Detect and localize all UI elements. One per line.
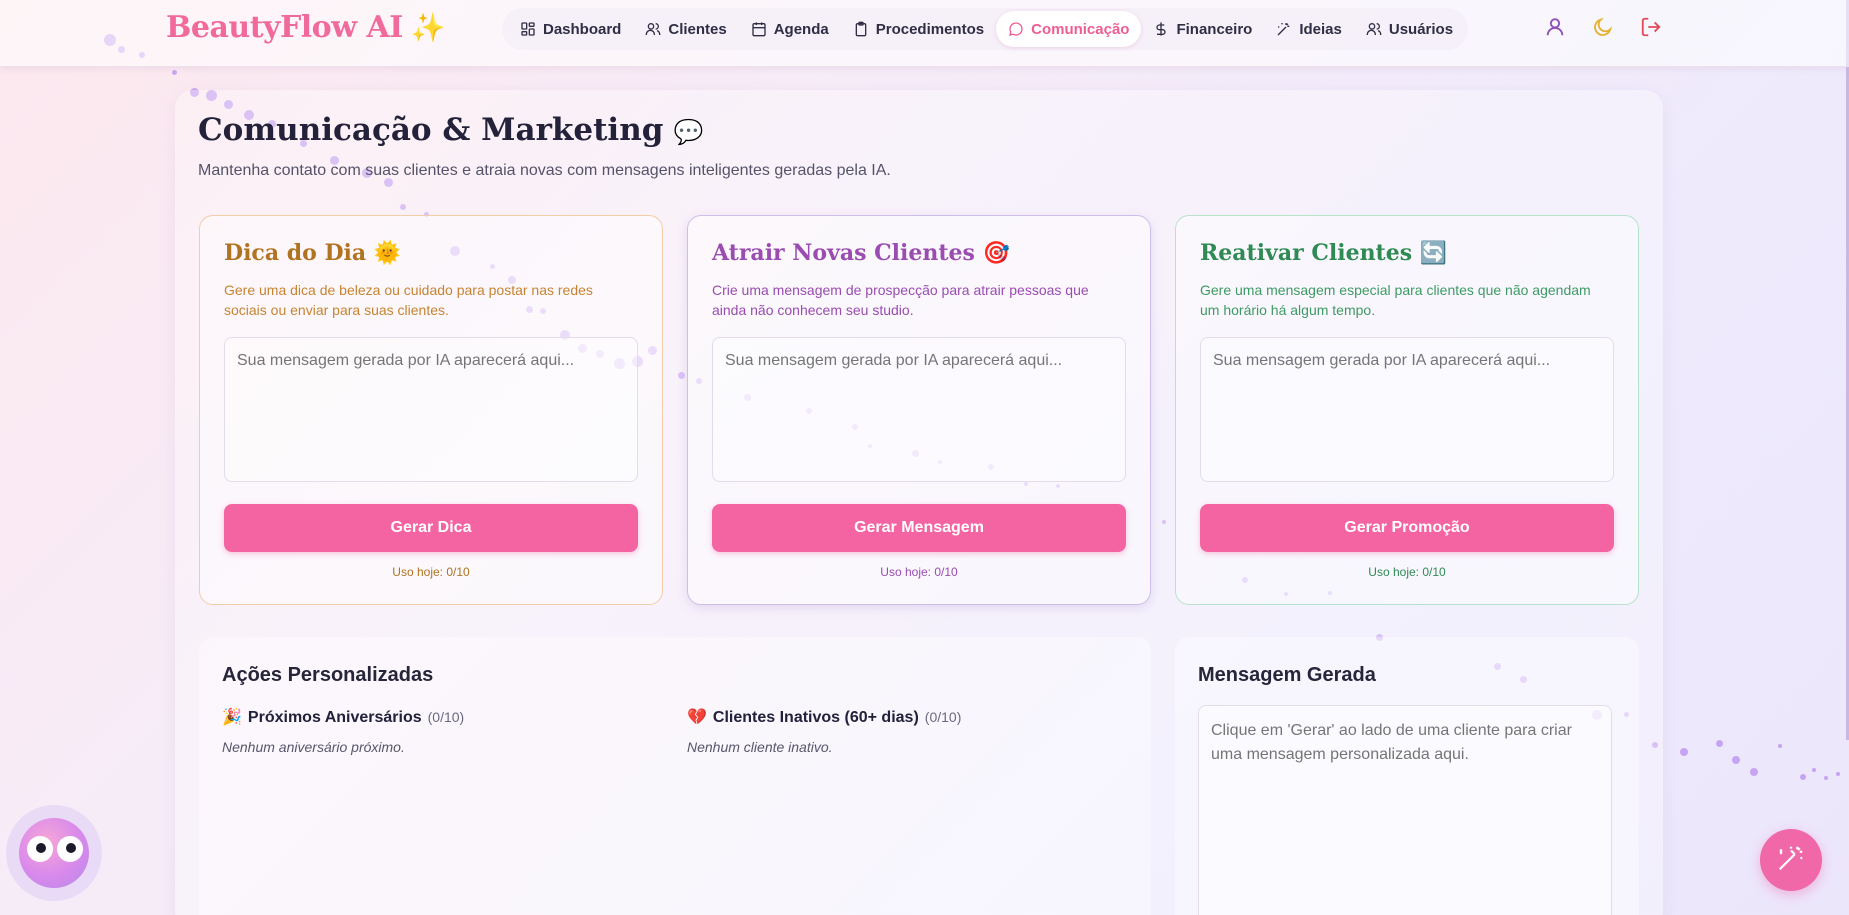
clientes-inativos-section: 💔 Clientes Inativos (60+ dias) (0/10) Nenh… bbox=[687, 707, 961, 755]
ai-assistant-mascot[interactable] bbox=[6, 805, 102, 901]
empty-state-text: Nenhum cliente inativo. bbox=[687, 739, 833, 755]
card-title-text: Atrair Novas Clientes bbox=[712, 240, 975, 266]
nav-label: Financeiro bbox=[1176, 20, 1253, 38]
nav-label: Procedimentos bbox=[875, 20, 985, 38]
heading-label: Clientes Inativos (60+ dias) bbox=[712, 709, 919, 726]
card-title: Dica do Dia 🌞 bbox=[224, 240, 401, 266]
dollar-icon bbox=[1153, 21, 1169, 37]
nav-comunicacao[interactable]: Comunicação bbox=[996, 11, 1142, 47]
magic-wand-fab-button[interactable] bbox=[1760, 829, 1822, 891]
mascot-eye-icon bbox=[27, 836, 53, 862]
generated-message-textarea[interactable] bbox=[1200, 337, 1614, 482]
users-icon bbox=[1366, 21, 1382, 37]
nav-label: Clientes bbox=[668, 20, 727, 38]
user-profile-button[interactable] bbox=[1542, 16, 1568, 42]
usage-counter: Uso hoje: 0/10 bbox=[392, 565, 470, 579]
acoes-personalizadas-panel: Ações Personalizadas 🎉 Próximos Aniversár… bbox=[199, 637, 1151, 915]
gerar-dica-button[interactable]: Gerar Dica bbox=[224, 504, 638, 552]
count-badge: (0/10) bbox=[924, 709, 962, 725]
brand-logo[interactable]: BeautyFlow AI ✨ bbox=[166, 10, 446, 45]
card-description: Gere uma dica de beleza ou cuidado para … bbox=[224, 282, 593, 318]
calendar-icon bbox=[751, 21, 767, 37]
sun-icon: 🌞 bbox=[373, 240, 402, 266]
card-description: Gere uma mensagem especial para clientes… bbox=[1200, 282, 1591, 318]
nav-ideias[interactable]: Ideias bbox=[1264, 11, 1354, 47]
nav-clientes[interactable]: Clientes bbox=[633, 11, 738, 47]
card-title-text: Dica do Dia bbox=[224, 240, 367, 266]
section-heading: 💔 Clientes Inativos (60+ dias) (0/10) bbox=[687, 707, 961, 727]
card-description: Crie uma mensagem de prospecção para atr… bbox=[712, 282, 1089, 318]
heading-label: Próximos Aniversários bbox=[247, 709, 422, 726]
theme-toggle-button[interactable] bbox=[1590, 16, 1616, 42]
moon-icon bbox=[1592, 16, 1614, 43]
users-icon bbox=[645, 21, 661, 37]
dashboard-grid-icon bbox=[520, 21, 536, 37]
gerar-mensagem-button[interactable]: Gerar Mensagem bbox=[712, 504, 1126, 552]
card-atrair-novas-clientes: Atrair Novas Clientes 🎯 Crie uma mensage… bbox=[687, 215, 1151, 605]
count-badge: (0/10) bbox=[427, 709, 465, 725]
nav-procedimentos[interactable]: Procedimentos bbox=[841, 11, 996, 47]
message-circle-icon bbox=[1008, 21, 1024, 37]
clipboard-icon bbox=[853, 21, 869, 37]
wand-icon bbox=[1276, 21, 1292, 37]
usage-counter: Uso hoje: 0/10 bbox=[1368, 565, 1446, 579]
party-popper-icon: 🎉 bbox=[222, 709, 242, 726]
usage-counter: Uso hoje: 0/10 bbox=[880, 565, 958, 579]
nav-label: Ideias bbox=[1299, 20, 1342, 38]
refresh-icon: 🔄 bbox=[1419, 240, 1448, 266]
nav-label: Dashboard bbox=[543, 20, 622, 38]
card-title: Reativar Clientes 🔄 bbox=[1200, 240, 1447, 266]
section-title: Ações Personalizadas bbox=[222, 664, 434, 686]
card-dica-do-dia: Dica do Dia 🌞 Gere uma dica de beleza ou… bbox=[199, 215, 663, 605]
page-subtitle: Mantenha contato com suas clientes e atr… bbox=[198, 162, 891, 179]
card-title-text: Reativar Clientes bbox=[1200, 240, 1413, 266]
logout-button[interactable] bbox=[1638, 16, 1664, 42]
nav-agenda[interactable]: Agenda bbox=[739, 11, 841, 47]
section-title: Mensagem Gerada bbox=[1198, 664, 1376, 686]
nav-label: Comunicação bbox=[1031, 20, 1130, 38]
broken-heart-icon: 💔 bbox=[687, 709, 707, 726]
mascot-face-icon bbox=[19, 818, 89, 888]
mensagem-gerada-textarea[interactable] bbox=[1198, 705, 1612, 915]
nav-label: Usuários bbox=[1388, 20, 1454, 38]
card-title: Atrair Novas Clientes 🎯 bbox=[712, 240, 1010, 266]
gerar-promocao-button[interactable]: Gerar Promoção bbox=[1200, 504, 1614, 552]
sparkles-icon: ✨ bbox=[410, 11, 446, 44]
page-title: Comunicação & Marketing 💬 bbox=[198, 112, 703, 148]
speech-bubble-icon: 💬 bbox=[673, 117, 704, 146]
nav-dashboard[interactable]: Dashboard bbox=[508, 11, 633, 47]
generated-message-textarea[interactable] bbox=[712, 337, 1126, 482]
section-heading: 🎉 Próximos Aniversários (0/10) bbox=[222, 707, 464, 727]
nav-label: Agenda bbox=[773, 20, 829, 38]
top-navbar: BeautyFlow AI ✨ Dashboard Clientes Agenda… bbox=[0, 0, 1849, 67]
target-icon: 🎯 bbox=[982, 240, 1011, 266]
nav-usuarios[interactable]: Usuários bbox=[1354, 11, 1465, 47]
generated-message-textarea[interactable] bbox=[224, 337, 638, 482]
empty-state-text: Nenhum aniversário próximo. bbox=[222, 739, 405, 755]
mascot-eye-icon bbox=[57, 836, 83, 862]
main-nav: Dashboard Clientes Agenda Procedimentos … bbox=[502, 8, 1468, 50]
logout-icon bbox=[1640, 16, 1662, 43]
page-title-text: Comunicação & Marketing bbox=[198, 112, 664, 148]
proximos-aniversarios-section: 🎉 Próximos Aniversários (0/10) Nenhum aniv… bbox=[222, 707, 464, 755]
brand-name: BeautyFlow AI bbox=[166, 10, 403, 45]
user-icon bbox=[1544, 16, 1566, 43]
mensagem-gerada-panel: Mensagem Gerada bbox=[1175, 637, 1639, 915]
nav-financeiro[interactable]: Financeiro bbox=[1141, 11, 1264, 47]
magic-wand-icon bbox=[1776, 843, 1806, 878]
card-reativar-clientes: Reativar Clientes 🔄 Gere uma mensagem es… bbox=[1175, 215, 1639, 605]
